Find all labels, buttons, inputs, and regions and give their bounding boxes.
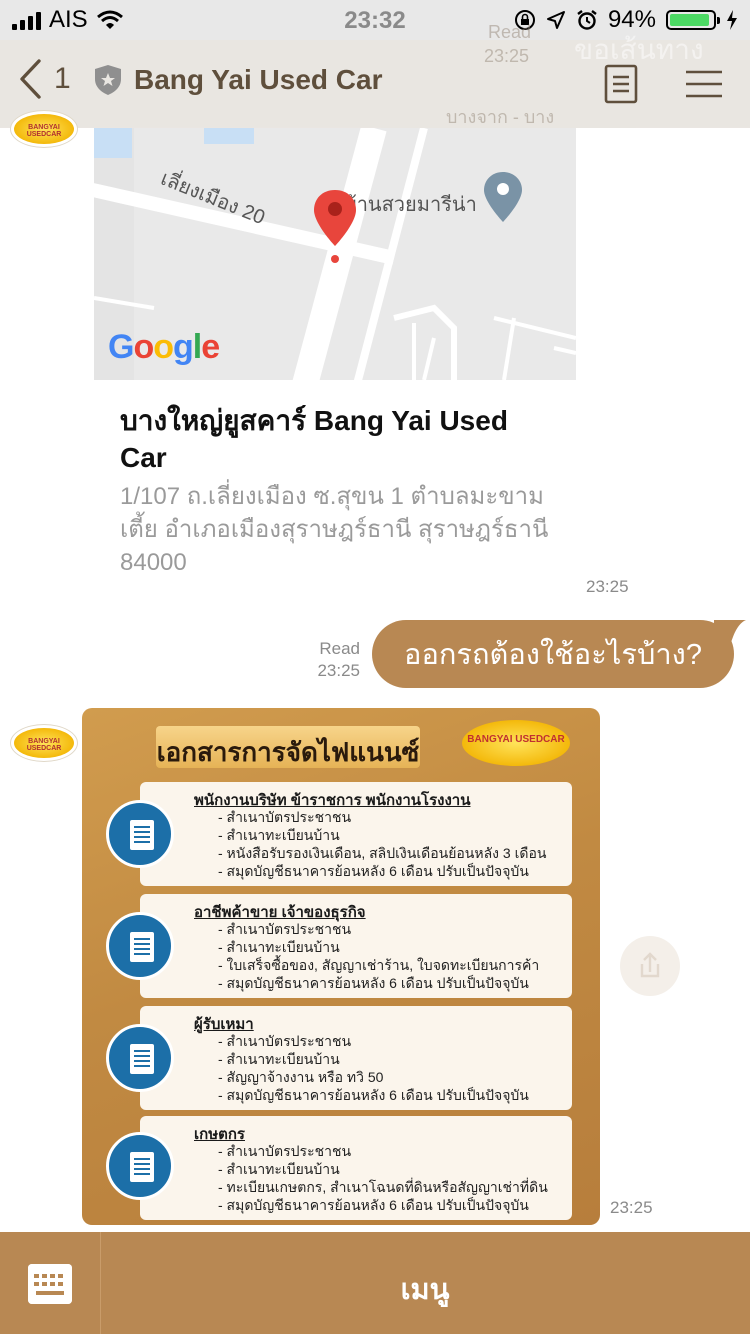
official-account-avatar[interactable]: BANGYAI USEDCAR xyxy=(10,110,78,148)
finance-documents-image[interactable]: เอกสารการจัดไฟแนนซ์ BANGYAI USEDCAR พนัก… xyxy=(82,708,600,1225)
ghost-snippet: บางจาก - บาง xyxy=(446,107,555,127)
chat-title-text: Bang Yai Used Car xyxy=(134,64,383,95)
chat-header: Read 23:25 ขอเส้นทาง บางจาก - บาง 1 Bang… xyxy=(0,22,750,128)
poster-logo-text: BANGYAI USEDCAR xyxy=(467,734,565,745)
location-card[interactable]: เลี่ยงเมือง 20 บ้านสวยมารีน่า Google บาง… xyxy=(94,128,576,608)
notes-button[interactable] xyxy=(602,62,642,106)
read-label: Read xyxy=(319,639,360,658)
ghost-read-label: Read xyxy=(488,22,532,42)
map-preview[interactable]: เลี่ยงเมือง 20 บ้านสวยมารีน่า Google xyxy=(94,128,576,380)
section-item: - สำเนาทะเบียนบ้าน xyxy=(218,827,340,843)
google-logo: Google xyxy=(108,328,220,366)
section-item: - สำเนาทะเบียนบ้าน xyxy=(218,939,340,955)
section-item: - หนังสือรับรองเงินเดือน, สลิปเงินเดือนย… xyxy=(218,845,547,861)
document-icon xyxy=(106,1132,174,1200)
poster-logo: BANGYAI USEDCAR xyxy=(462,720,570,766)
keyboard-icon xyxy=(28,1264,72,1304)
share-button[interactable] xyxy=(620,936,680,996)
section-item: - สำเนาทะเบียนบ้าน xyxy=(218,1161,340,1177)
back-button[interactable]: 1 xyxy=(18,58,71,100)
section-items: - สำเนาบัตรประชาชน - สำเนาทะเบียนบ้าน - … xyxy=(218,1032,529,1104)
avatar-logo-text-2: BANGYAI USEDCAR xyxy=(26,738,62,752)
grey-place-pin-icon xyxy=(484,172,522,222)
section-items: - สำเนาบัตรประชาชน - สำเนาทะเบียนบ้าน - … xyxy=(218,808,546,880)
location-message-time: 23:25 xyxy=(586,577,629,596)
document-icon xyxy=(106,800,174,868)
location-address: 1/107 ถ.เลี่ยงเมือง ซ.สุขน 1 ตำบลมะขามเต… xyxy=(120,483,549,576)
section-item: - ใบเสร็จซื้อของ, สัญญาเช่าร้าน, ใบจดทะเ… xyxy=(218,957,540,973)
ghost-time-label: 23:25 xyxy=(484,46,530,66)
section-item: - สำเนาบัตรประชาชน xyxy=(218,921,352,937)
official-account-avatar-2[interactable]: BANGYAI USEDCAR xyxy=(10,724,78,762)
image-message-time: 23:25 xyxy=(610,1198,653,1217)
charging-icon xyxy=(727,10,737,30)
section-item: - ทะเบียนเกษตกร, สำเนาโฉนดที่ดินหรือสัญญ… xyxy=(218,1179,548,1195)
read-receipt: Read 23:25 xyxy=(300,638,360,681)
section-item: - สำเนาทะเบียนบ้าน xyxy=(218,1051,340,1067)
battery-icon xyxy=(666,10,720,30)
keyboard-toggle-button[interactable] xyxy=(28,1264,72,1304)
my-message-time: 23:25 xyxy=(317,661,360,680)
section-item: - สำเนาบัตรประชาชน xyxy=(218,1143,352,1159)
chevron-left-icon xyxy=(20,59,41,99)
section-employee: พนักงานบริษัท ข้าราชการ พนักงานโรงงาน - … xyxy=(140,782,572,886)
section-item: - สำเนาบัตรประชาชน xyxy=(218,809,352,825)
section-item: - สัญญาจ้างงาน หรือ ทวิ 50 xyxy=(218,1069,384,1085)
back-count: 1 xyxy=(54,62,71,95)
section-farmer: เกษตกร - สำเนาบัตรประชาชน - สำเนาทะเบียน… xyxy=(140,1116,572,1220)
section-item: - สมุดบัญชีธนาคารย้อนหลัง 6 เดือน ปรับเป… xyxy=(218,863,529,879)
location-arrow-icon xyxy=(546,11,565,29)
official-shield-icon xyxy=(95,65,121,95)
map-place-label: บ้านสวยมารีน่า xyxy=(344,194,477,216)
poster-heading: เอกสารการจัดไฟแนนซ์ xyxy=(156,726,420,768)
section-item: - สมุดบัญชีธนาคารย้อนหลัง 6 เดือน ปรับเป… xyxy=(218,975,529,991)
chat-title[interactable]: Bang Yai Used Car xyxy=(94,64,382,96)
section-contractor: ผู้รับเหมา - สำเนาบัตรประชาชน - สำเนาทะเ… xyxy=(140,1006,572,1110)
section-item: - สำเนาบัตรประชาชน xyxy=(218,1033,352,1049)
avatar-logo-text: BANGYAI USEDCAR xyxy=(26,124,62,138)
location-title: บางใหญ่ยูสคาร์ Bang Yai Used Car xyxy=(120,405,508,473)
document-icon xyxy=(106,912,174,980)
document-icon xyxy=(106,1024,174,1092)
section-merchant: อาชีพค้าขาย เจ้าของธุรกิจ - สำเนาบัตรประ… xyxy=(140,894,572,998)
section-items: - สำเนาบัตรประชาชน - สำเนาทะเบียนบ้าน - … xyxy=(218,1142,548,1214)
red-location-pin-icon xyxy=(314,190,356,263)
bottom-menu-bar: เมนู xyxy=(0,1232,750,1334)
share-icon xyxy=(640,952,660,978)
rich-menu-toggle[interactable]: เมนู xyxy=(100,1266,750,1312)
my-message-bubble[interactable]: ออกรถต้องใช้อะไรบ้าง? xyxy=(372,620,734,688)
hamburger-menu-button[interactable] xyxy=(684,62,724,106)
section-items: - สำเนาบัตรประชาชน - สำเนาทะเบียนบ้าน - … xyxy=(218,920,539,992)
section-item: - สมุดบัญชีธนาคารย้อนหลัง 6 เดือน ปรับเป… xyxy=(218,1087,529,1103)
poster-heading-text: เอกสารการจัดไฟแนนซ์ xyxy=(156,737,420,767)
section-item: - สมุดบัญชีธนาคารย้อนหลัง 6 เดือน ปรับเป… xyxy=(218,1197,529,1213)
my-message-text: ออกรถต้องใช้อะไรบ้าง? xyxy=(404,639,702,671)
